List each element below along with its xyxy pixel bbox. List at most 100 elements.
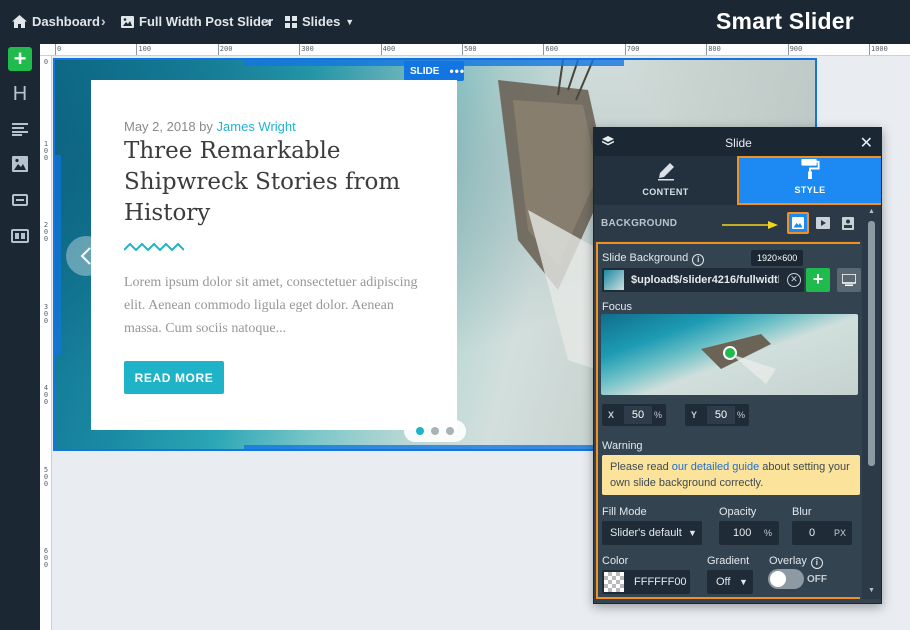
- image-library-button[interactable]: [837, 268, 861, 292]
- text-layer-button[interactable]: [8, 117, 32, 141]
- post-title: Three Remarkable Shipwreck Stories from …: [124, 138, 401, 226]
- ruler-label: 500: [43, 465, 49, 488]
- background-post-type-button[interactable]: [837, 212, 859, 234]
- scroll-up-icon[interactable]: ▲: [868, 208, 875, 215]
- ruler-label: 700: [626, 45, 640, 53]
- panel-header[interactable]: Slide ✕: [594, 128, 881, 156]
- fill-mode-select[interactable]: Slider's default ▼: [602, 521, 702, 545]
- image-layer-button[interactable]: [8, 152, 32, 176]
- panel-title: Slide: [725, 136, 752, 150]
- ruler-tick: [869, 44, 870, 55]
- focus-y-value[interactable]: 50: [707, 406, 735, 424]
- ruler-label: 1000: [871, 45, 888, 53]
- opacity-label: Opacity: [719, 506, 757, 518]
- breadcrumb-slider[interactable]: Full Width Post Slider: [121, 14, 273, 29]
- ruler-label: 300: [43, 302, 49, 325]
- background-video-type-button[interactable]: [812, 212, 834, 234]
- bullet-2[interactable]: [431, 427, 439, 435]
- gradient-label: Gradient: [707, 555, 750, 567]
- video-icon: [816, 217, 830, 229]
- grid-icon: [285, 15, 297, 28]
- background-image-type-button[interactable]: [787, 212, 809, 234]
- ruler-label: 200: [219, 45, 233, 53]
- selection-handle-left[interactable]: [55, 155, 61, 355]
- slide-tag-label: SLIDE: [410, 65, 440, 77]
- home-icon: [12, 15, 27, 28]
- ruler-label: 600: [43, 547, 49, 569]
- blur-label: Blur: [792, 506, 812, 518]
- post-card[interactable]: May 2, 2018 by James Wright Three Remark…: [91, 80, 457, 430]
- fill-mode-label: Fill Mode: [602, 506, 647, 518]
- tab-style-label: STYLE: [794, 185, 826, 195]
- opacity-unit: %: [764, 528, 773, 538]
- focus-x-value[interactable]: 50: [624, 406, 652, 424]
- smart-slider-logo: Smart Slider: [716, 8, 854, 34]
- add-layer-button[interactable]: +: [8, 47, 32, 71]
- opacity-field[interactable]: 100 %: [719, 521, 779, 545]
- info-icon[interactable]: i: [692, 254, 705, 266]
- slide-settings-panel: Slide ✕ CONTENT STYLE BACKGROUND Slide B…: [593, 127, 882, 604]
- horizontal-ruler[interactable]: 0 100 200 300 400 500 600 700 800 900 1000: [40, 44, 910, 56]
- add-image-button[interactable]: +: [806, 268, 830, 292]
- gradient-select[interactable]: Off ▼: [707, 570, 753, 594]
- color-picker[interactable]: FFFFFF00: [602, 570, 690, 594]
- breadcrumb-dashboard[interactable]: Dashboard: [12, 14, 100, 29]
- opacity-value: 100: [733, 527, 752, 539]
- tab-style[interactable]: STYLE: [737, 156, 881, 205]
- ruler-label: 0: [57, 45, 62, 53]
- tab-content[interactable]: CONTENT: [594, 156, 737, 205]
- overlay-toggle[interactable]: [768, 569, 804, 589]
- ruler-tick: [543, 44, 545, 55]
- clear-icon[interactable]: ✕: [787, 273, 801, 287]
- vertical-ruler[interactable]: 0 100 200 300 400 500 600: [40, 56, 52, 630]
- focus-x-field[interactable]: X 50 %: [602, 404, 666, 426]
- ruler-label: 400: [382, 45, 396, 53]
- focus-y-label: Y: [691, 410, 698, 420]
- info-icon[interactable]: i: [810, 557, 823, 569]
- warning-label: Warning: [602, 440, 643, 452]
- close-icon[interactable]: ✕: [860, 133, 873, 153]
- button-icon: [12, 194, 28, 206]
- background-thumbnail: [604, 270, 624, 290]
- ruler-tick: [787, 44, 789, 55]
- scroll-down-icon[interactable]: ▼: [868, 587, 875, 594]
- focus-y-field[interactable]: Y 50 %: [685, 404, 749, 426]
- ruler-tick: [299, 44, 301, 55]
- blur-value: 0: [809, 527, 816, 539]
- breadcrumb-slides[interactable]: Slides ▼: [285, 14, 354, 29]
- row-layer-button[interactable]: [8, 224, 32, 248]
- read-more-button[interactable]: READ MORE: [124, 361, 224, 394]
- overlay-label-wrap: Overlay i: [769, 555, 823, 569]
- bullet-1[interactable]: [416, 427, 424, 435]
- text-icon: [12, 123, 28, 136]
- transparency-swatch: [604, 572, 624, 592]
- image-icon: [12, 156, 28, 172]
- ruler-label: 900: [789, 45, 803, 53]
- chevron-down-icon: ▼: [739, 577, 748, 587]
- yellow-pointer-arrow: [722, 221, 778, 229]
- focus-picker[interactable]: [601, 314, 858, 395]
- bullet-3[interactable]: [446, 427, 454, 435]
- detailed-guide-link[interactable]: our detailed guide: [672, 461, 759, 473]
- button-layer-button[interactable]: [8, 188, 32, 212]
- ruler-label: 100: [43, 139, 49, 162]
- selection-handle-bottom[interactable]: [244, 445, 624, 449]
- post-author-link[interactable]: James Wright: [217, 119, 296, 134]
- panel-scrollbar[interactable]: ▲ ▼: [862, 205, 881, 599]
- scrollbar-thumb[interactable]: [868, 221, 875, 466]
- toggle-knob: [770, 571, 786, 587]
- slide-tag[interactable]: SLIDE •••: [404, 61, 464, 81]
- more-options-icon[interactable]: •••: [449, 64, 465, 78]
- panel-tabs: CONTENT STYLE: [594, 156, 881, 205]
- heading-layer-button[interactable]: H: [8, 82, 32, 106]
- monitor-icon: [842, 274, 856, 286]
- focus-point-handle[interactable]: [723, 346, 737, 360]
- ruler-tick: [55, 44, 56, 55]
- background-image-field[interactable]: $upload$/slider4216/fullwidthb ✕: [602, 268, 804, 292]
- previous-arrow-button[interactable]: [66, 236, 106, 276]
- ruler-label: 800: [708, 45, 721, 53]
- post-date: May 2, 2018: [124, 119, 196, 134]
- blur-field[interactable]: 0 PX: [792, 521, 852, 545]
- color-value: FFFFFF00: [634, 576, 687, 588]
- top-bar: Dashboard › Full Width Post Slider › Sli…: [0, 0, 910, 44]
